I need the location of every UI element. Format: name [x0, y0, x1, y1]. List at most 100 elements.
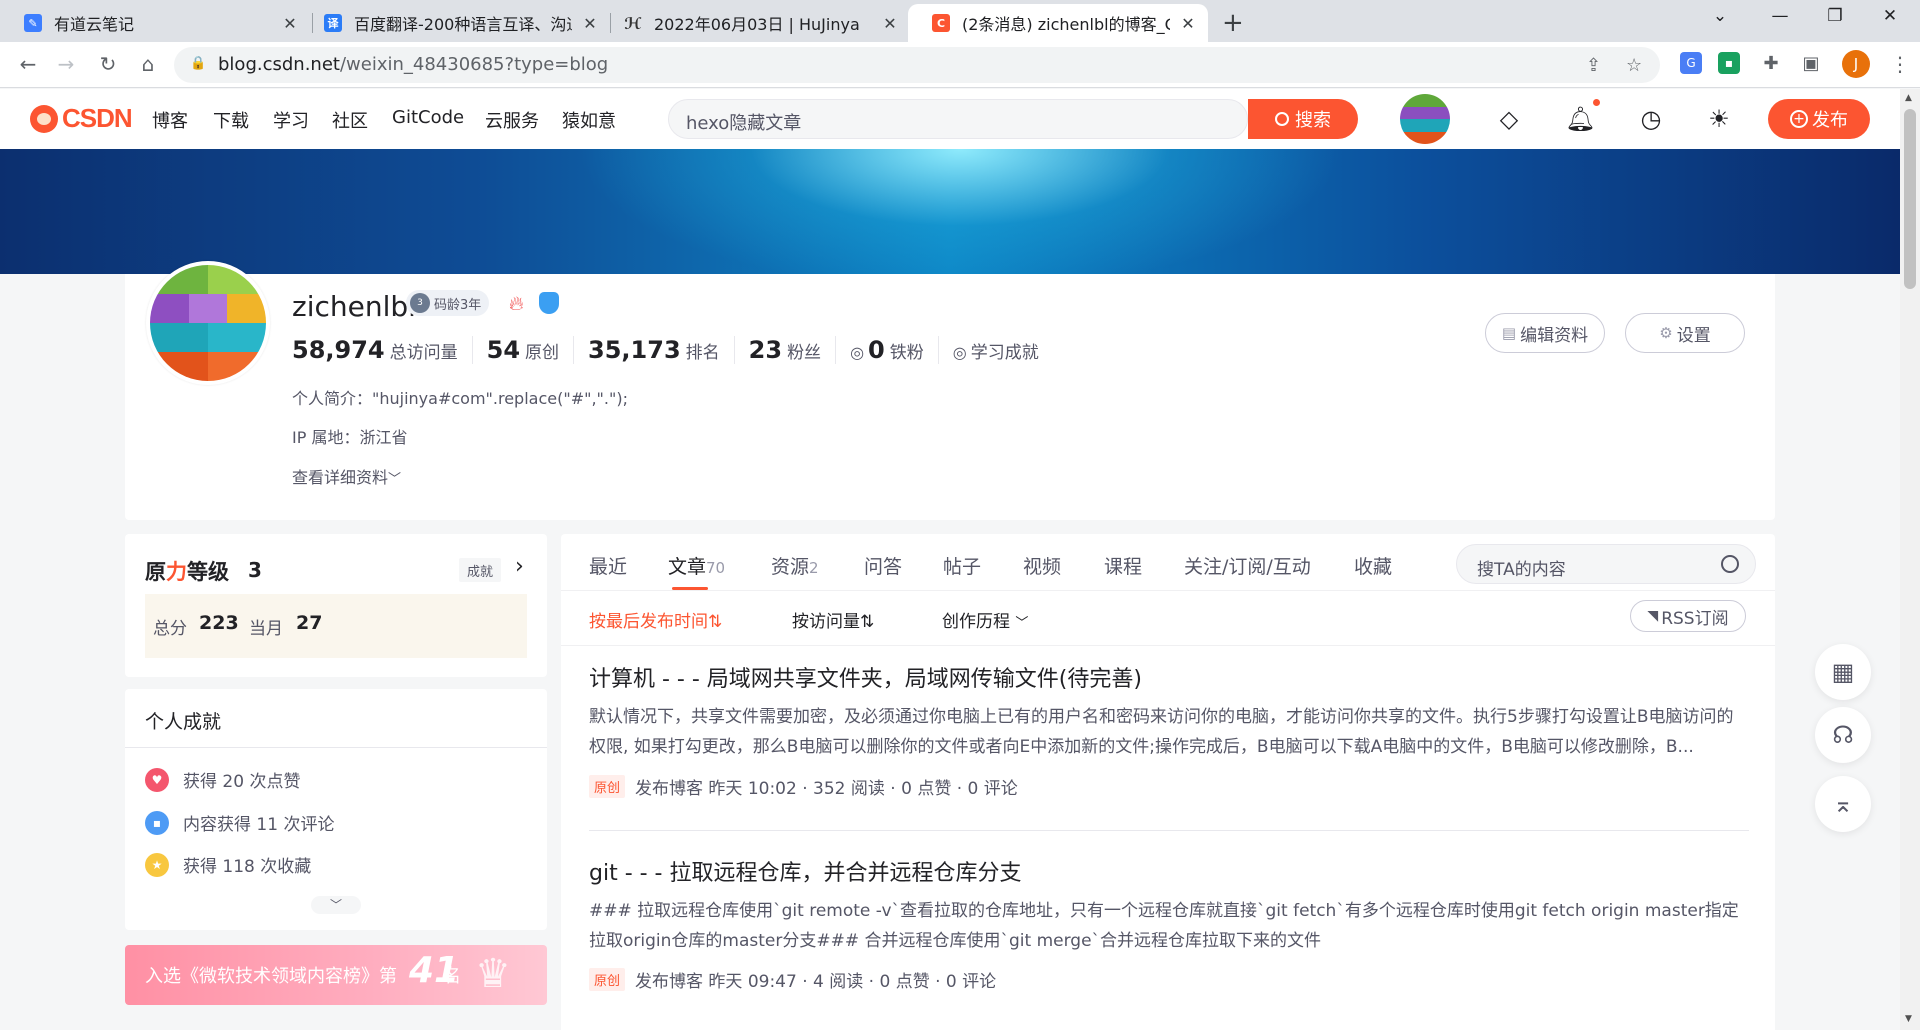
achievement-comments: ▪ 内容获得 11 次评论 [145, 810, 334, 835]
search-icon[interactable] [1721, 555, 1739, 573]
nav-link-gitcode[interactable]: GitCode [392, 107, 464, 128]
sort-by-time[interactable]: 按最后发布时间⇅ [589, 607, 722, 632]
hujinya-site-icon: ℋ [624, 13, 642, 33]
scroll-down-arrow-icon[interactable]: ▼ [1905, 1014, 1912, 1024]
tab-favorites[interactable]: 收藏 [1354, 552, 1392, 579]
code-age-icon: 3 [410, 293, 430, 313]
nav-link-download[interactable]: 下载 [213, 107, 249, 133]
browser-tab-csdn[interactable]: C (2条消息) zichenlbl的博客_CSDN博客 ✕ [908, 4, 1208, 42]
minimize-button[interactable]: — [1760, 6, 1800, 26]
browser-toolbar: ← → ↻ ⌂ 🔒 blog.csdn.net/weixin_48430685?… [0, 42, 1920, 88]
tab-qa[interactable]: 问答 [864, 552, 902, 579]
view-details-label: 查看详细资料 [292, 468, 389, 487]
sort-by-views[interactable]: 按访问量⇅ [792, 607, 874, 632]
view-details-link[interactable]: 查看详细资料﹀ [292, 464, 401, 488]
tab-search-chevron-icon[interactable]: ⌄ [1700, 6, 1740, 26]
comment-count: 0 评论 [967, 779, 1018, 799]
search-button[interactable]: 搜索 [1248, 99, 1358, 139]
reload-icon[interactable]: ↻ [94, 52, 122, 76]
share-icon[interactable]: ⇪ [1586, 55, 1601, 76]
tab-title: (2条消息) zichenlbl的博客_CSDN博客 [962, 15, 1170, 34]
settings-button[interactable]: ⚙ 设置 [1625, 313, 1745, 353]
browser-tab-youdao[interactable]: ✎ 有道云笔记 ✕ [0, 4, 310, 42]
article-summary[interactable]: ### 拉取远程仓库使用`git remote -v`查看拉取的仓库地址，只有一… [589, 896, 1749, 956]
site-search-input[interactable]: hexo隐藏文章 [668, 99, 1248, 139]
address-bar[interactable]: 🔒 blog.csdn.net/weixin_48430685?type=blo… [174, 47, 1660, 83]
stat-original[interactable]: 54 原创 [487, 336, 575, 364]
profile-avatar[interactable] [146, 261, 270, 385]
restore-button[interactable]: ❐ [1815, 6, 1855, 26]
close-icon[interactable]: ✕ [580, 14, 600, 33]
nav-link-yuanruyi[interactable]: 猿如意 [562, 107, 616, 133]
expand-achievements-button[interactable]: ﹀ [311, 896, 361, 914]
new-tab-button[interactable]: + [1222, 8, 1244, 38]
achievement-chip[interactable]: 成就 [459, 558, 501, 582]
like-count: 0 点赞 · [901, 779, 963, 799]
edit-icon: ▤ [1501, 324, 1517, 342]
content-search-input[interactable]: 搜TA的内容 [1456, 544, 1756, 584]
close-icon[interactable]: ✕ [880, 14, 900, 33]
eye-icon: ◎ [952, 343, 967, 362]
stat-iron-fans[interactable]: ◎ 0 铁粉 [850, 336, 939, 364]
rss-subscribe-button[interactable]: ◥ RSS订阅 [1630, 600, 1746, 632]
browser-menu-icon[interactable]: ⋮ [1890, 52, 1910, 76]
article-title[interactable]: 计算机 - - - 局域网共享文件夹，局域网传输文件(待完善) [589, 661, 1142, 693]
scroll-up-arrow-icon[interactable]: ▲ [1905, 93, 1912, 103]
divider [561, 590, 1775, 591]
notification-bell-icon[interactable]: 🔔︎ [1565, 105, 1595, 133]
forward-icon[interactable]: → [52, 52, 80, 76]
logo-text: CSDN [62, 103, 133, 133]
tab-videos[interactable]: 视频 [1023, 552, 1061, 579]
creation-bulb-icon[interactable]: ☀︎ [1704, 105, 1734, 133]
tab-follow[interactable]: 关注/订阅/互动 [1184, 552, 1311, 579]
vip-diamond-icon[interactable]: ◇ [1494, 105, 1524, 133]
side-panel-icon[interactable]: ▣ [1800, 52, 1822, 74]
extensions-puzzle-icon[interactable]: ✚ [1760, 52, 1782, 74]
scroll-thumb[interactable] [1904, 109, 1916, 289]
rank-banner[interactable]: 入选《微软技术领域内容榜》第 41 名 ♛ [125, 945, 547, 1005]
customer-service-icon[interactable]: ☊ [1815, 707, 1871, 763]
user-avatar[interactable] [1400, 94, 1450, 144]
page-scrollbar[interactable]: ▲ ▼ [1900, 89, 1920, 1030]
creation-history-dropdown[interactable]: 创作历程 ﹀ [942, 607, 1028, 632]
qrcode-icon[interactable]: ▦ [1815, 644, 1871, 700]
edit-profile-button[interactable]: ▤ 编辑资料 [1485, 313, 1605, 353]
level-score-box: 总分 223 当月 27 [145, 594, 527, 658]
browser-tab-hujinya[interactable]: ℋ 2022年06月03日 | HuJinya ✕ [600, 4, 910, 42]
tab-articles[interactable]: 文章70 [668, 552, 725, 579]
tab-resources[interactable]: 资源2 [771, 552, 819, 579]
tab-recent[interactable]: 最近 [589, 552, 627, 579]
article-summary[interactable]: 默认情况下，共享文件需要加密，及必须通过你电脑上已有的用户名和密码来访问你的电脑… [589, 702, 1749, 762]
nav-link-blog[interactable]: 博客 [152, 107, 188, 133]
nav-link-learn[interactable]: 学习 [273, 107, 309, 133]
profile-avatar[interactable]: J [1842, 50, 1870, 78]
month-score-value: 27 [296, 612, 323, 634]
history-clock-icon[interactable]: ◷ [1636, 105, 1666, 133]
tab-courses[interactable]: 课程 [1104, 552, 1142, 579]
home-icon[interactable]: ⌂ [134, 52, 162, 76]
csdn-logo[interactable]: CSDN [30, 103, 133, 134]
publish-button[interactable]: + 发布 [1768, 99, 1870, 139]
browser-tab-baidu-translate[interactable]: 译 百度翻译-200种语言互译、沟通全世界！ ✕ [300, 4, 610, 42]
green-extension-icon[interactable]: ▪ [1718, 52, 1740, 74]
nav-link-community[interactable]: 社区 [332, 107, 368, 133]
bookmark-star-icon[interactable]: ☆ [1626, 55, 1642, 76]
stat-fans[interactable]: 23 粉丝 [749, 336, 837, 364]
stat-rank[interactable]: 35,173 排名 [588, 336, 735, 364]
article-title[interactable]: git - - - 拉取远程仓库，并合并远程仓库分支 [589, 855, 1022, 887]
stat-visits[interactable]: 58,974 总访问量 [292, 336, 473, 364]
settings-label: 设置 [1676, 325, 1711, 346]
chevron-right-icon[interactable]: › [515, 554, 524, 579]
close-window-button[interactable]: ✕ [1870, 6, 1910, 26]
url-text: blog.csdn.net/weixin_48430685?type=blog [218, 54, 609, 75]
translate-extension-icon[interactable]: G [1680, 52, 1702, 74]
eye-icon: ◎ [850, 343, 865, 362]
nav-link-cloud[interactable]: 云服务 [485, 107, 539, 133]
close-icon[interactable]: ✕ [280, 14, 300, 33]
back-to-top-icon[interactable]: ⌅ [1815, 776, 1871, 832]
close-icon[interactable]: ✕ [1178, 14, 1198, 33]
learning-achievement-link[interactable]: ◎ 学习成就 [953, 338, 1053, 363]
publish-time: 发布博客 昨天 09:47 · [635, 972, 808, 992]
tab-posts[interactable]: 帖子 [943, 552, 981, 579]
back-icon[interactable]: ← [14, 52, 42, 76]
